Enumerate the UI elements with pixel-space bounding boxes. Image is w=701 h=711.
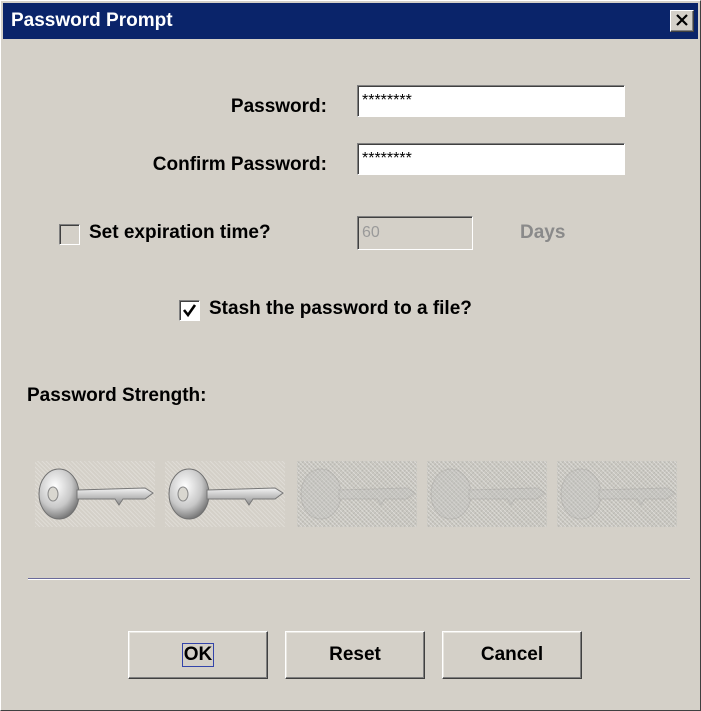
- close-icon: [676, 14, 688, 26]
- close-button[interactable]: [670, 10, 694, 32]
- strength-key-4: [427, 461, 547, 527]
- reset-button[interactable]: Reset: [285, 631, 425, 679]
- expiration-days-field[interactable]: 60: [357, 216, 473, 250]
- cancel-button[interactable]: Cancel: [442, 631, 582, 679]
- password-strength-label: Password Strength:: [27, 385, 207, 406]
- title-bar[interactable]: Password Prompt: [3, 3, 698, 39]
- password-field[interactable]: ********: [357, 85, 625, 117]
- expiration-checkbox[interactable]: [59, 224, 80, 245]
- key-icon: [168, 468, 284, 520]
- window-title: Password Prompt: [11, 10, 173, 31]
- ok-button-label: OK: [181, 643, 215, 667]
- strength-key-2: [165, 461, 285, 527]
- stash-checkbox[interactable]: [179, 300, 200, 321]
- expiration-label: Set expiration time?: [89, 222, 271, 243]
- confirm-password-label: Confirm Password:: [152, 154, 327, 175]
- separator: [28, 578, 690, 580]
- confirm-password-field[interactable]: ********: [357, 143, 625, 175]
- checkmark-icon: [182, 304, 197, 318]
- password-prompt-dialog: Password Prompt Password: ******** Confi…: [0, 0, 701, 711]
- key-icon: [38, 468, 154, 520]
- strength-key-5: [557, 461, 677, 527]
- strength-key-1: [35, 461, 155, 527]
- key-icon: [300, 468, 416, 520]
- key-icon: [560, 468, 676, 520]
- ok-button[interactable]: OK: [128, 631, 268, 679]
- key-icon: [430, 468, 546, 520]
- days-label: Days: [520, 222, 566, 243]
- password-label: Password:: [230, 96, 327, 117]
- stash-label: Stash the password to a file?: [209, 298, 472, 319]
- strength-key-3: [297, 461, 417, 527]
